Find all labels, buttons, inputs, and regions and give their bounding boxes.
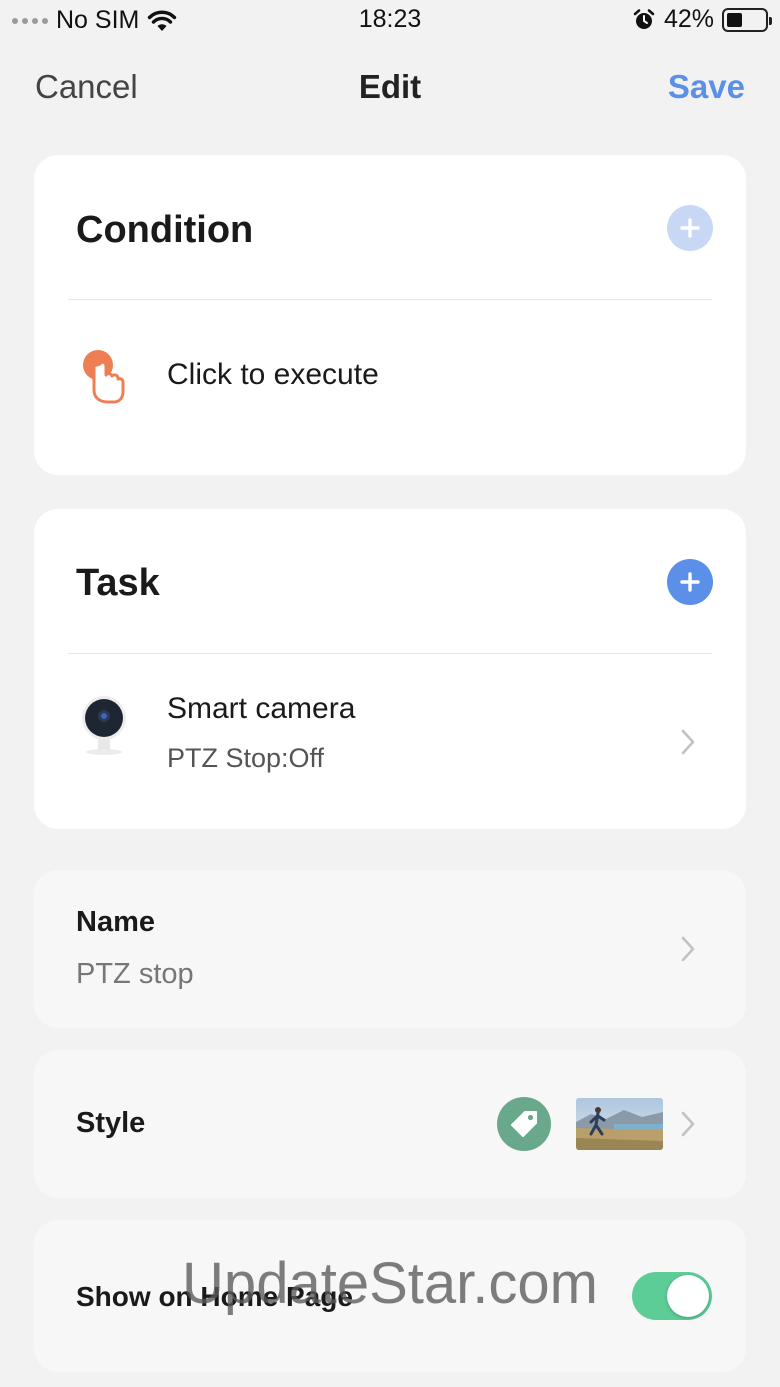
- plus-icon: [680, 572, 700, 592]
- nav-bar: Cancel Edit Save: [0, 60, 780, 120]
- name-row[interactable]: Name PTZ stop: [34, 870, 746, 1028]
- home-page-row: Show on Home Page: [34, 1220, 746, 1372]
- cancel-button[interactable]: Cancel: [35, 68, 138, 106]
- style-tag-badge: [497, 1097, 551, 1151]
- tag-icon: [511, 1111, 537, 1137]
- style-background-image: [576, 1098, 663, 1150]
- task-device-action: PTZ Stop:Off: [167, 743, 325, 773]
- save-button[interactable]: Save: [668, 68, 745, 106]
- name-label: Name: [76, 906, 155, 938]
- add-task-button[interactable]: [667, 559, 713, 605]
- battery-percent: 42%: [663, 5, 714, 33]
- task-device-row[interactable]: Smart camera PTZ Stop:Off: [34, 654, 746, 824]
- condition-title: Condition: [76, 209, 254, 251]
- chevron-right-icon: [681, 729, 695, 755]
- battery-icon: [722, 7, 772, 32]
- chevron-right-icon: [681, 1111, 695, 1137]
- task-device-name: Smart camera: [167, 692, 356, 725]
- condition-item[interactable]: Click to execute: [34, 300, 746, 450]
- status-bar: No SIM 18:23 42%: [0, 0, 780, 44]
- toggle-knob: [667, 1275, 709, 1317]
- status-right: 42%: [632, 5, 772, 34]
- chevron-right-icon: [681, 936, 695, 962]
- style-row[interactable]: Style: [34, 1050, 746, 1198]
- battery-fill: [727, 12, 742, 27]
- name-value: PTZ stop: [76, 958, 194, 990]
- task-title: Task: [76, 562, 160, 604]
- style-label: Style: [76, 1107, 146, 1139]
- camera-icon: [82, 696, 126, 755]
- alarm-clock-icon: [633, 8, 655, 29]
- add-condition-button[interactable]: [667, 205, 713, 251]
- plus-icon: [680, 218, 700, 238]
- tap-hand-icon: [83, 350, 125, 404]
- task-card: Task Smart camera PTZ Stop:Off: [34, 509, 746, 829]
- show-on-home-toggle[interactable]: [632, 1272, 712, 1320]
- condition-label: Click to execute: [167, 358, 379, 391]
- home-page-label: Show on Home Page: [76, 1281, 353, 1312]
- condition-card: Condition Click to execute: [34, 155, 746, 475]
